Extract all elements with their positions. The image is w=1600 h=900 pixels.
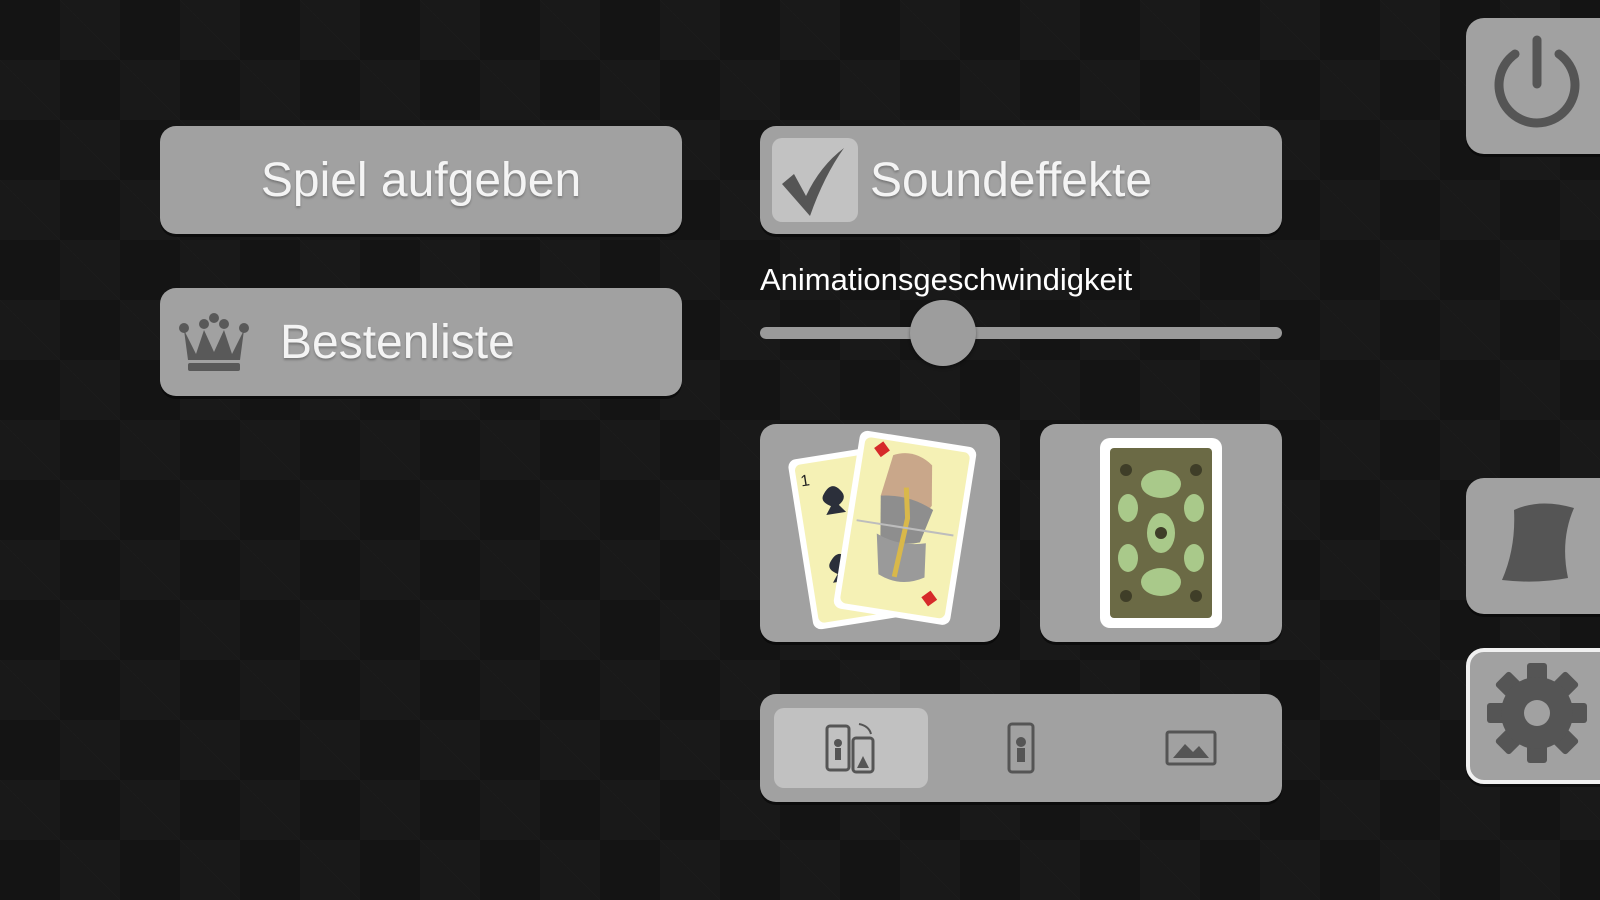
power-button[interactable] [1466, 18, 1600, 154]
crown-icon [179, 313, 249, 371]
card-faces-button[interactable]: 1 [760, 424, 1000, 642]
animation-speed-slider-track[interactable] [760, 327, 1282, 339]
landscape-icon [1165, 730, 1217, 766]
orientation-auto-option[interactable] [774, 708, 928, 788]
orientation-landscape-option[interactable] [1114, 708, 1268, 788]
portrait-icon [1007, 722, 1035, 774]
card-back-button[interactable] [1040, 424, 1282, 642]
theme-button[interactable] [1466, 478, 1600, 614]
orientation-portrait-option[interactable] [944, 708, 1098, 788]
checkmark-icon [782, 148, 844, 216]
card-faces-icon: 1 [788, 430, 977, 630]
screen-orientation-selector [760, 694, 1282, 802]
theme-icon [1502, 503, 1574, 582]
sound-checkbox[interactable] [772, 138, 858, 222]
quit-game-label: Spiel aufgeben [260, 153, 582, 207]
quit-game-button[interactable]: Spiel aufgeben [160, 126, 682, 234]
power-icon [1494, 35, 1580, 128]
auto-rotate-icon [825, 723, 875, 774]
animation-speed-label: Animationsgeschwindigkeit [760, 262, 1133, 297]
settings-button[interactable] [1466, 648, 1600, 784]
gear-icon [1487, 663, 1587, 763]
sound-effects-toggle[interactable]: Soundeffekte [760, 126, 1282, 234]
leaderboard-button[interactable]: Bestenliste [160, 288, 682, 396]
leaderboard-label: Bestenliste [280, 315, 515, 369]
animation-speed-slider-handle[interactable] [910, 300, 977, 366]
sound-effects-label: Soundeffekte [870, 153, 1153, 207]
card-back-icon [1100, 438, 1222, 628]
